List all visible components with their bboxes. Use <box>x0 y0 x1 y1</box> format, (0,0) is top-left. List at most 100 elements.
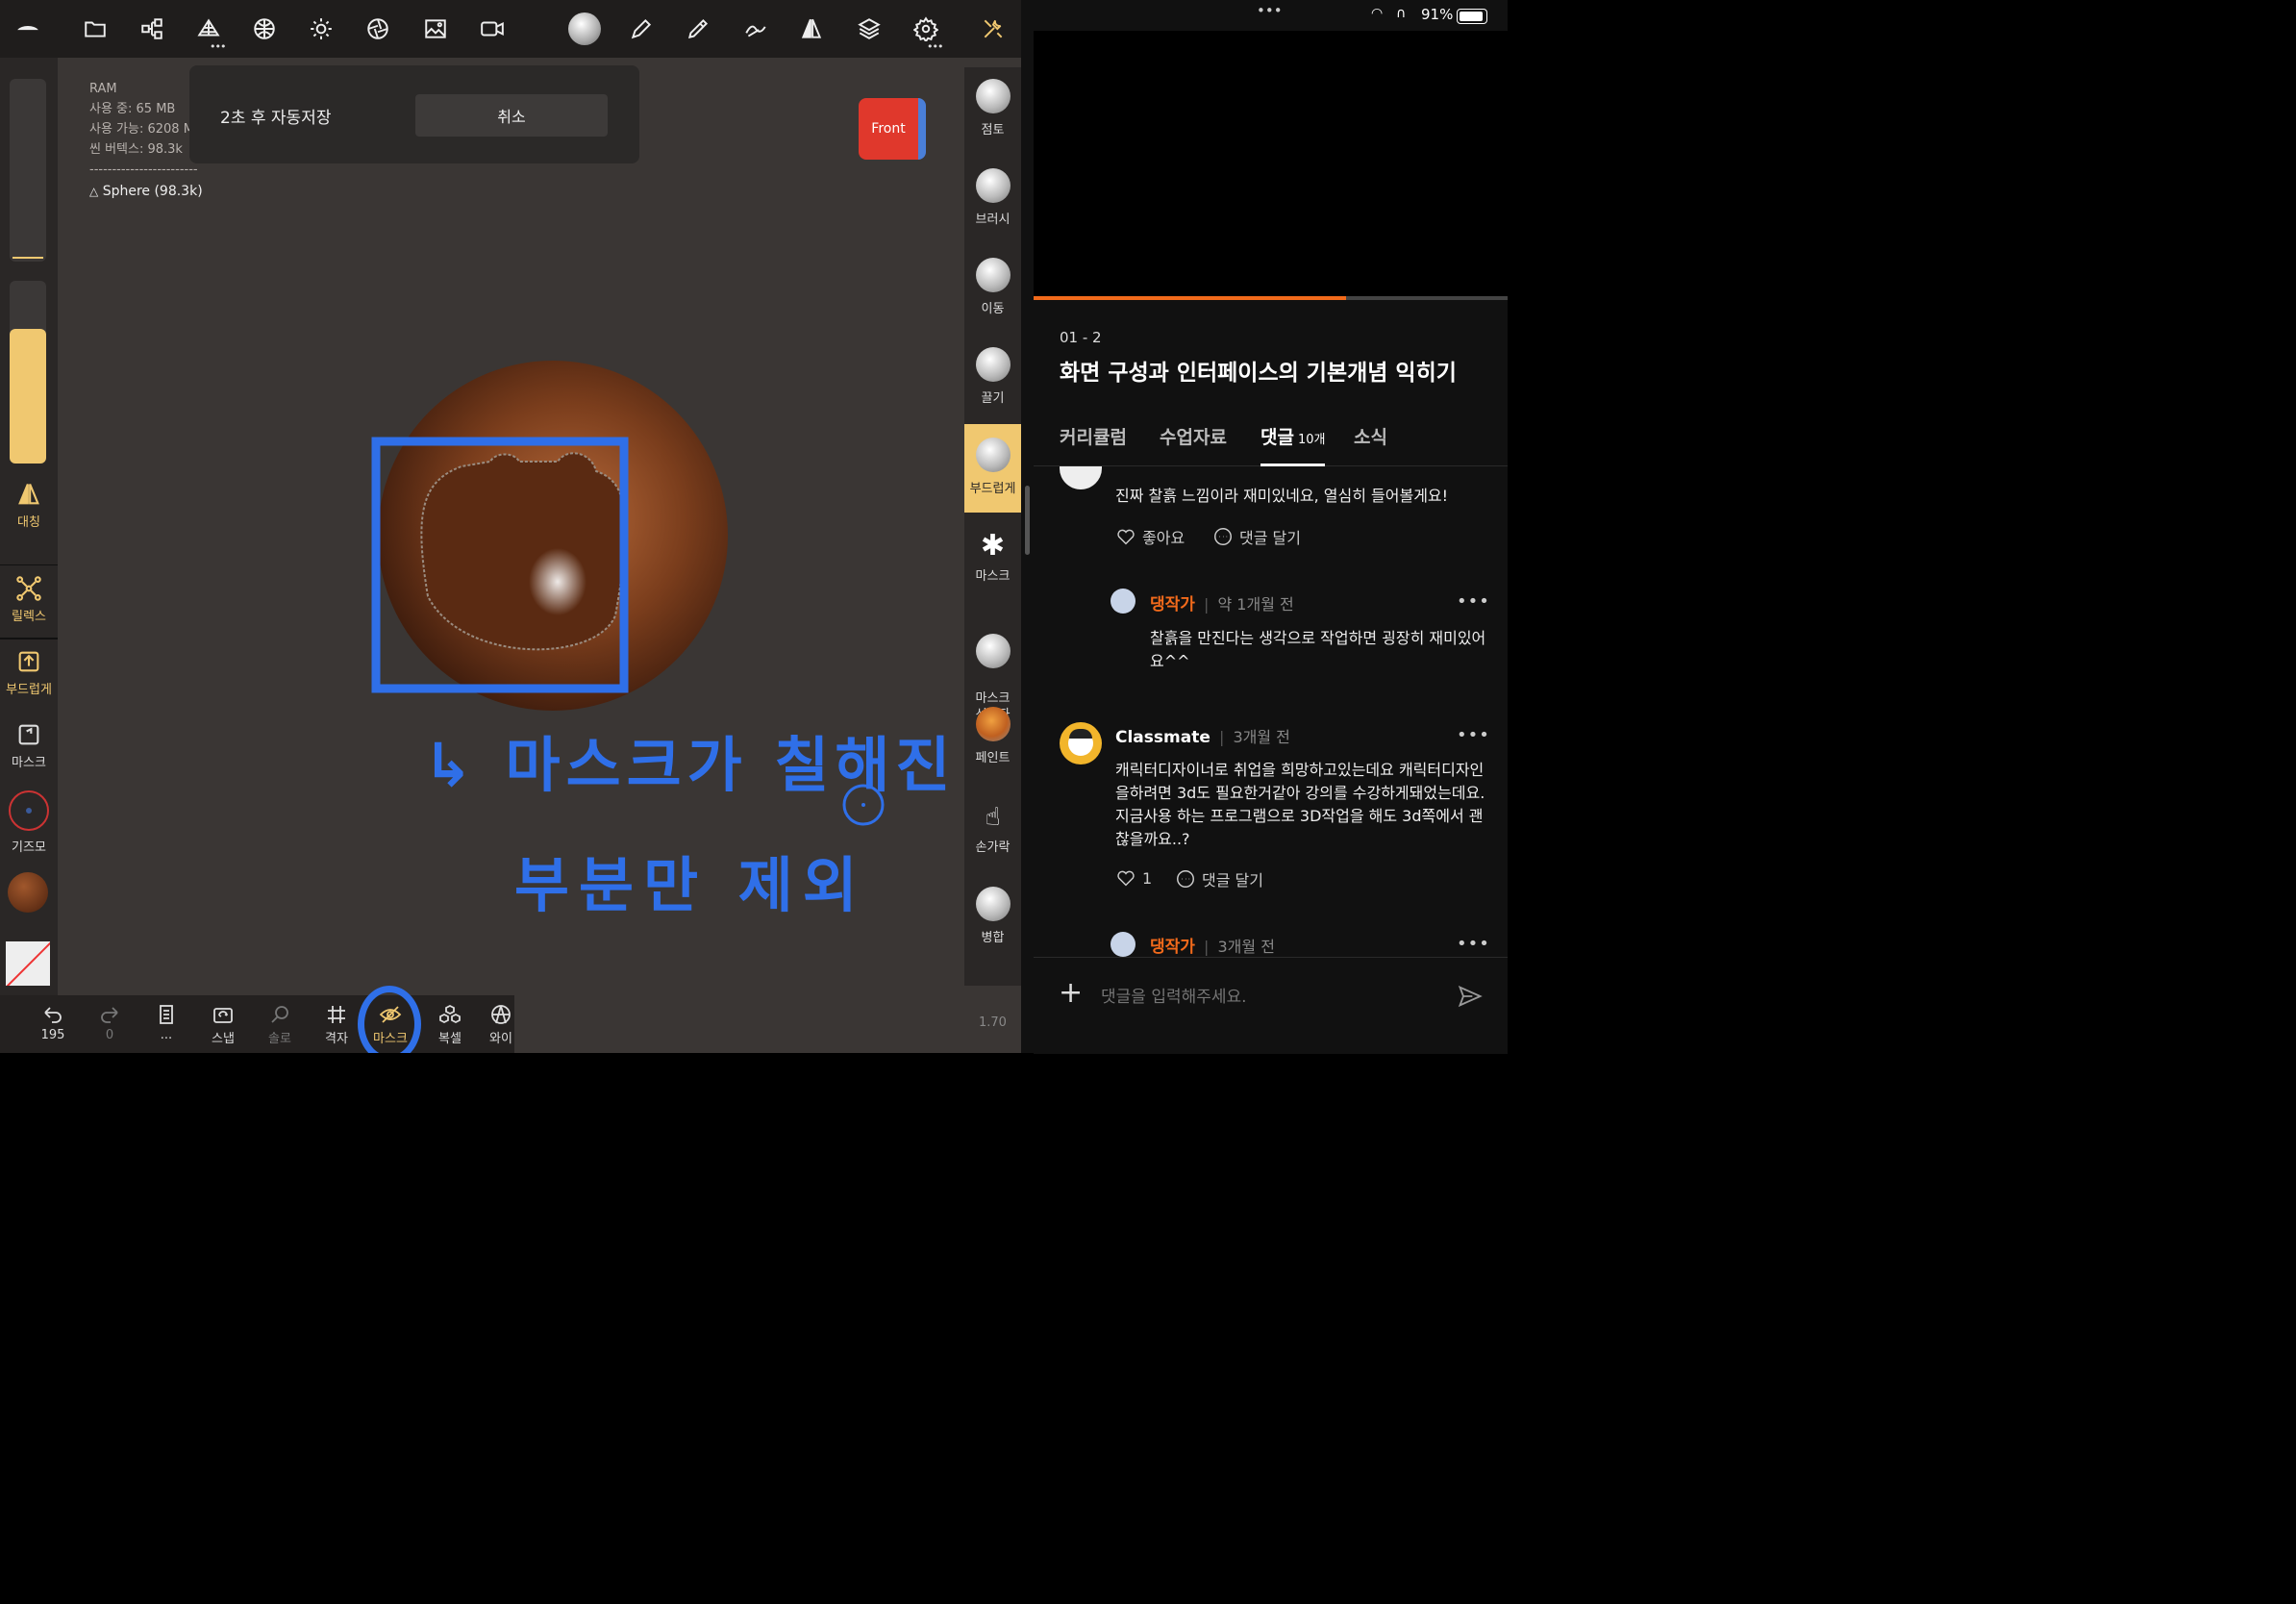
radius-slider[interactable] <box>10 79 46 262</box>
tool-drag[interactable]: 끌기 <box>964 347 1021 406</box>
reply-button[interactable]: 댓글 달기 <box>1175 867 1263 890</box>
voxel-label: 복셀 <box>438 1032 462 1046</box>
pen-icon[interactable] <box>624 12 659 46</box>
sphere-grid-icon[interactable] <box>247 12 282 46</box>
tab-curriculum[interactable]: 커리큘럼 <box>1060 423 1127 464</box>
folder-icon[interactable] <box>78 12 112 46</box>
tool-smooth[interactable]: 부드럽게 <box>964 424 1021 513</box>
mask-button[interactable]: 마스크 <box>0 721 58 770</box>
mesh-icon: △ <box>89 185 99 198</box>
video-progress-fill <box>1034 296 1347 300</box>
tab-materials[interactable]: 수업자료 <box>1160 423 1227 464</box>
tool-label: 이동 <box>981 302 1005 316</box>
relax-button[interactable]: 릴렉스 <box>0 575 58 624</box>
video-icon[interactable] <box>475 12 510 46</box>
status-bar: ••• ◠ ∩ 91% <box>1034 0 1508 31</box>
like-button[interactable]: 좋아요 <box>1115 525 1185 548</box>
video-player[interactable] <box>1034 31 1508 298</box>
tool-label: 마스크 <box>975 569 1011 584</box>
annotation-text-line2: 부분만 제외 <box>514 850 867 920</box>
avatar[interactable] <box>1060 466 1102 489</box>
tool-label: 병합 <box>981 931 1005 945</box>
reply-button[interactable]: 댓글 달기 <box>1212 525 1301 548</box>
avatar[interactable] <box>1060 722 1102 764</box>
snap-button[interactable]: 스냅 <box>199 1003 247 1046</box>
aperture-icon[interactable] <box>361 12 395 46</box>
tool-finger[interactable]: ☝ 손가락 <box>964 798 1021 855</box>
author-name[interactable]: 댕작가 <box>1150 595 1195 614</box>
tool-label: 부드럽게 <box>969 482 1016 496</box>
undo-button[interactable]: 195 <box>29 1003 77 1042</box>
avatar[interactable] <box>1111 589 1136 614</box>
smooth-button[interactable]: 부드럽게 <box>0 648 58 697</box>
multitask-dots[interactable]: ••• <box>1257 2 1283 19</box>
scene-graph-icon[interactable] <box>135 12 169 46</box>
tab-comments[interactable]: 댓글 10개 <box>1260 423 1326 466</box>
tool-brush[interactable]: 브러시 <box>964 168 1021 227</box>
tool-paint[interactable]: 페인트 <box>964 707 1021 765</box>
like-label: 좋아요 <box>1142 529 1185 547</box>
clay-icon <box>975 79 1011 113</box>
stroke-icon[interactable] <box>738 12 773 46</box>
lesson-number: 01 - 2 <box>1060 329 1102 346</box>
comment-text: 진짜 찰흙 느낌이라 재미있네요, 열심히 들어볼게요! <box>1115 487 1449 505</box>
like-button[interactable]: 1 <box>1115 867 1152 889</box>
more-dots-icon: ••• <box>210 40 226 53</box>
material-preview[interactable] <box>8 872 48 913</box>
redo-button[interactable]: 0 <box>86 1003 134 1042</box>
ram-used: 사용 중: 65 MB <box>89 102 176 116</box>
image-icon[interactable] <box>418 12 453 46</box>
more-options-icon[interactable]: ••• <box>1457 725 1490 745</box>
notes-button[interactable]: ... <box>142 1003 190 1042</box>
author-name[interactable]: Classmate <box>1115 728 1210 747</box>
more-options-icon[interactable]: ••• <box>1457 934 1490 954</box>
solo-button[interactable]: 솔로 <box>256 1003 304 1046</box>
smooth-label: 부드럽게 <box>6 683 52 697</box>
intensity-slider[interactable] <box>10 281 46 464</box>
view-cube[interactable]: Front <box>859 98 926 160</box>
sun-icon[interactable] <box>304 12 338 46</box>
sphere-brush-icon[interactable] <box>567 12 602 46</box>
grid-icon <box>328 1006 345 1023</box>
brush-icon[interactable] <box>681 12 715 46</box>
tool-label: 점토 <box>981 123 1005 138</box>
top-toolbar: ••• ••• <box>0 0 1021 58</box>
tool-move[interactable]: 이동 <box>964 258 1021 316</box>
tool-merge[interactable]: 병합 <box>964 887 1021 945</box>
tools-icon[interactable] <box>976 12 1011 46</box>
video-progress-bar[interactable] <box>1034 296 1508 300</box>
class-app: ••• ◠ ∩ 91% 01 - 2 화면 구성과 인터페이스의 기본개념 익히… <box>1034 0 1508 1054</box>
author-name[interactable]: 댕작가 <box>1150 938 1195 957</box>
symmetry-icon <box>15 481 42 508</box>
symmetry-toggle[interactable]: 대칭 <box>0 481 58 530</box>
gizmo-button[interactable]: 기즈모 <box>0 790 58 855</box>
logo-icon[interactable] <box>11 12 45 46</box>
mirror-icon[interactable] <box>794 12 829 46</box>
grid-button[interactable]: 격자 <box>312 1003 361 1046</box>
tool-clay[interactable]: 점토 <box>964 79 1021 138</box>
layers-icon[interactable] <box>852 12 886 46</box>
tool-mask[interactable]: ✱ 마스크 <box>964 527 1021 584</box>
voxel-button[interactable]: 복셀 <box>426 1003 474 1046</box>
annotation-circle <box>358 986 421 1053</box>
split-divider[interactable] <box>1021 0 1034 1053</box>
wireframe-button[interactable]: 와이 <box>477 1003 525 1046</box>
avatar[interactable] <box>1111 932 1136 957</box>
cancel-button[interactable]: 취소 <box>415 94 608 137</box>
ram-label: RAM <box>89 82 117 96</box>
heart-icon <box>1117 870 1135 887</box>
comments-list[interactable]: 진짜 찰흙 느낌이라 재미있네요, 열심히 들어볼게요! 좋아요 댓글 달기 댕… <box>1034 466 1508 957</box>
plus-icon[interactable]: + <box>1059 979 1083 1008</box>
object-entry[interactable]: △ Sphere (98.3k) <box>89 182 205 202</box>
radius-slider-thumb[interactable] <box>12 257 43 259</box>
color-swatch[interactable] <box>6 941 50 986</box>
send-icon[interactable] <box>1457 983 1484 1010</box>
more-options-icon[interactable]: ••• <box>1457 591 1490 612</box>
tool-label: 브러시 <box>975 213 1011 227</box>
reply-label: 댓글 달기 <box>1239 529 1301 547</box>
snap-label: 스냅 <box>212 1032 235 1046</box>
tab-news[interactable]: 소식 <box>1354 423 1387 464</box>
tool-label: 끌기 <box>981 391 1005 406</box>
comment-input[interactable] <box>1099 983 1449 1012</box>
comment-text: 캐릭터디자이너로 취업을 희망하고있는데요 캐릭터디자인을하려면 3d도 필요한… <box>1115 761 1485 848</box>
